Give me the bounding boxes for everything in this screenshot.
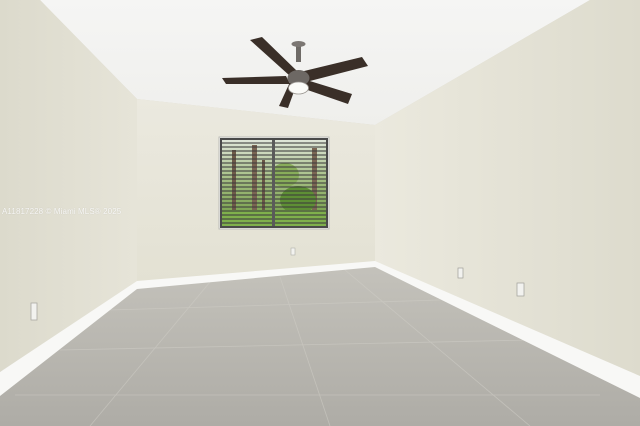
outlet-right-wall-a	[457, 267, 464, 279]
fan-light	[288, 81, 309, 95]
window-center-mullion	[272, 140, 275, 226]
outlet-left-wall	[30, 302, 38, 321]
outlet-right-wall-b	[516, 282, 525, 297]
window	[218, 136, 330, 230]
outlet-back-wall	[290, 247, 296, 256]
listing-watermark: A11817228 © Miami MLS® 2025	[2, 207, 122, 216]
